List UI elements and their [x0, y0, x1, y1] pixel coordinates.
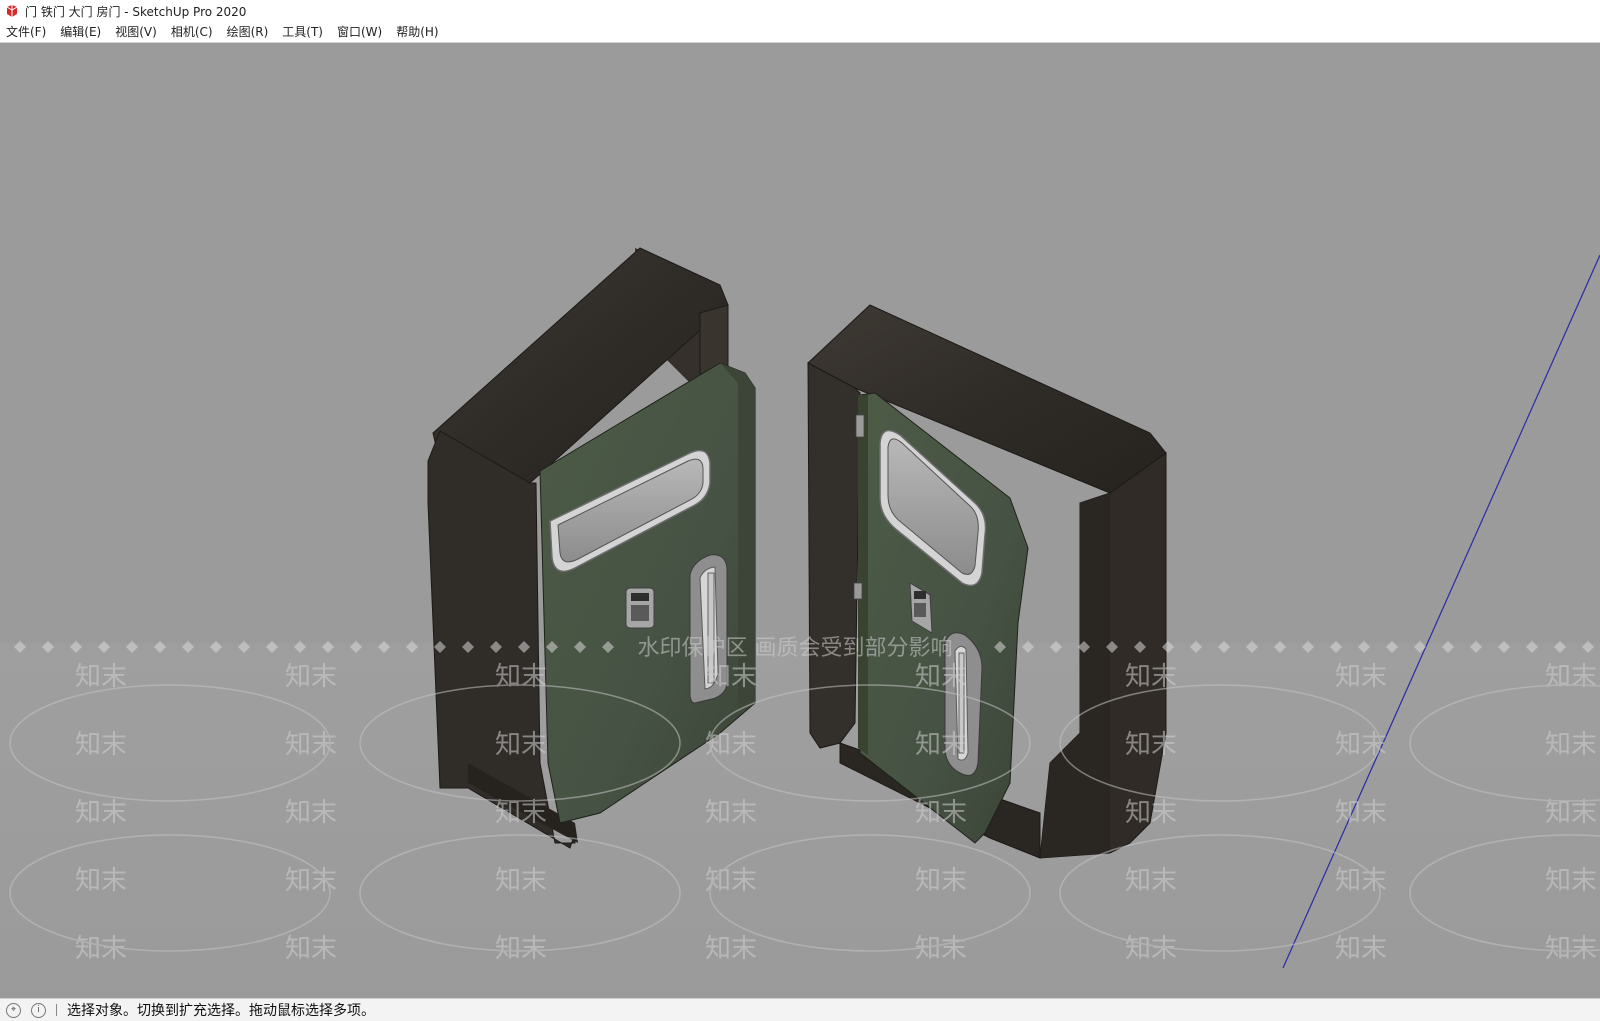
menu-window[interactable]: 窗口(W): [330, 22, 389, 42]
menu-edit[interactable]: 编辑(E): [53, 22, 108, 42]
left-door-keypad: [625, 587, 655, 629]
watermark-text: 知末: [495, 866, 547, 896]
info-icon[interactable]: i: [31, 1002, 46, 1018]
window-title: 门 铁门 大门 房门 - SketchUp Pro 2020: [25, 4, 247, 19]
watermark-text: 知末: [1545, 662, 1597, 692]
status-bar: ⌖ i 选择对象。切换到扩充选择。拖动鼠标选择多项。: [0, 998, 1600, 1021]
watermark-text: 知末: [915, 934, 967, 964]
watermark-text: 知末: [495, 662, 547, 692]
watermark-text: 知末: [1125, 866, 1177, 896]
watermark-text: 知末: [1545, 866, 1597, 896]
title-bar: 门 铁门 大门 房门 - SketchUp Pro 2020: [0, 0, 1600, 22]
watermark-text: 知末: [1545, 798, 1597, 828]
watermark-text: 知末: [915, 798, 967, 828]
watermark-text: 知末: [1545, 730, 1597, 760]
watermark-text: 知末: [495, 798, 547, 828]
watermark-text: 知末: [285, 798, 337, 828]
watermark-text: 知末: [75, 934, 127, 964]
menu-tools[interactable]: 工具(T): [275, 22, 330, 42]
watermark-text: 知末: [285, 934, 337, 964]
watermark-text: 知末: [285, 662, 337, 692]
watermark-text: 知末: [705, 730, 757, 760]
viewport-canvas[interactable]: 水印保护区 画质会受到部分影响 知末 知末 知末 知末 知末 知末 知末 知末知末 知末 知末 知末…: [0, 43, 1600, 998]
watermark-text: 知末: [495, 730, 547, 760]
menu-view[interactable]: 视图(V): [108, 22, 164, 42]
watermark-text: 知末: [1545, 934, 1597, 964]
watermark-text: 知末: [75, 866, 127, 896]
watermark-text: 知末: [1125, 798, 1177, 828]
watermark-text: 知末: [705, 798, 757, 828]
watermark-text: 知末: [495, 934, 547, 964]
menu-help[interactable]: 帮助(H): [389, 22, 445, 42]
watermark-banner: 水印保护区 画质会受到部分影响: [638, 636, 953, 661]
watermark-text: 知末: [1335, 934, 1387, 964]
watermark-text: 知末: [75, 798, 127, 828]
menu-draw[interactable]: 绘图(R): [220, 22, 276, 42]
watermark-text: 知末: [915, 866, 967, 896]
menu-bar: 文件(F) 编辑(E) 视图(V) 相机(C) 绘图(R) 工具(T) 窗口(W…: [0, 22, 1600, 43]
watermark-text: 知末: [705, 934, 757, 964]
watermark-text: 知末: [915, 730, 967, 760]
status-separator: [56, 1004, 57, 1016]
sketchup-logo-icon: [6, 5, 18, 17]
geo-location-icon[interactable]: ⌖: [6, 1002, 21, 1018]
watermark-text: 知末: [75, 730, 127, 760]
status-message: 选择对象。切换到扩充选择。拖动鼠标选择多项。: [67, 1003, 375, 1019]
modeling-viewport[interactable]: 水印保护区 画质会受到部分影响 知末 知末 知末 知末 知末 知末 知末 知末 知末 知末 知末 知末…: [0, 43, 1600, 998]
watermark-text: 知末: [1335, 798, 1387, 828]
watermark-text: 知末: [1125, 730, 1177, 760]
watermark-text: 知末: [1335, 662, 1387, 692]
watermark-text: 知末: [705, 662, 757, 692]
menu-file[interactable]: 文件(F): [0, 22, 53, 42]
watermark-text: 知末: [1125, 934, 1177, 964]
menu-camera[interactable]: 相机(C): [164, 22, 220, 42]
